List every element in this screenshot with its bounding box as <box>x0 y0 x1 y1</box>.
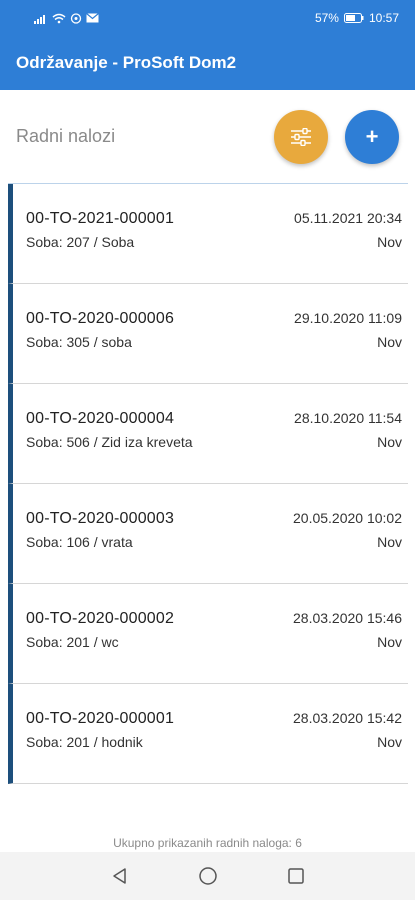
order-status: Nov <box>377 434 402 450</box>
order-location: Soba: 207 / Soba <box>26 234 135 250</box>
work-order-list: 00-TO-2021-000001 05.11.2021 20:34 Soba: 2… <box>8 183 408 784</box>
order-number: 00-TO-2021-000001 <box>26 210 175 227</box>
plus-icon: + <box>365 124 379 149</box>
order-location: Soba: 201 / wc <box>26 634 119 650</box>
order-date: 28.03.2020 15:46 <box>293 610 402 626</box>
order-status: Nov <box>377 334 402 350</box>
toolbar: Radni nalozi + <box>0 90 415 182</box>
order-status: Nov <box>377 234 402 250</box>
mail-icon <box>86 13 99 23</box>
app-bar: Održavanje - ProSoft Dom2 <box>0 36 415 90</box>
work-order-item[interactable]: 00-TO-2020-000002 28.03.2020 15:46 Soba: 2… <box>8 584 408 684</box>
work-order-item[interactable]: 00-TO-2021-000001 05.11.2021 20:34 Soba: 2… <box>8 184 408 284</box>
home-icon[interactable] <box>196 864 220 888</box>
back-icon[interactable] <box>108 864 132 888</box>
order-date: 20.05.2020 10:02 <box>293 510 402 526</box>
page-title: Radni nalozi <box>16 125 116 146</box>
order-date: 28.03.2020 15:42 <box>293 710 402 726</box>
app-title: Održavanje - ProSoft Dom2 <box>16 53 237 72</box>
order-status: Nov <box>377 634 402 650</box>
signal-icon <box>34 13 48 24</box>
battery-percent: 57% <box>314 11 339 25</box>
order-number: 00-TO-2020-000003 <box>26 510 175 527</box>
battery-icon <box>343 13 364 23</box>
sliders-icon <box>290 128 312 146</box>
footer-summary: Ukupno prikazanih radnih naloga: 6 <box>113 836 302 850</box>
order-date: 28.10.2020 11:54 <box>294 410 402 426</box>
order-number: 00-TO-2020-000001 <box>26 710 175 727</box>
order-location: Soba: 506 / Zid iza kreveta <box>26 434 193 450</box>
order-date: 05.11.2021 20:34 <box>294 210 402 226</box>
order-number: 00-TO-2020-000002 <box>26 610 175 627</box>
work-order-item[interactable]: 00-TO-2020-000006 29.10.2020 11:09 Soba: 3… <box>8 284 408 384</box>
clock: 10:57 <box>368 11 399 25</box>
status-bar: 57% 10:57 <box>0 0 415 36</box>
work-order-item[interactable]: 00-TO-2020-000003 20.05.2020 10:02 Soba: 1… <box>8 484 408 584</box>
system-nav-bar <box>0 852 415 900</box>
order-number: 00-TO-2020-000006 <box>26 310 175 327</box>
order-status: Nov <box>377 534 402 550</box>
add-button[interactable]: + <box>345 110 399 164</box>
order-status: Nov <box>377 734 402 750</box>
order-number: 00-TO-2020-000004 <box>26 410 175 427</box>
recents-icon[interactable] <box>284 864 308 888</box>
filter-button[interactable] <box>274 110 328 164</box>
work-order-item[interactable]: 00-TO-2020-000001 28.03.2020 15:42 Soba: 2… <box>8 684 408 784</box>
order-location: Soba: 106 / vrata <box>26 534 133 550</box>
order-date: 29.10.2020 11:09 <box>294 310 402 326</box>
order-location: Soba: 201 / hodnik <box>26 734 143 750</box>
work-order-item[interactable]: 00-TO-2020-000004 28.10.2020 11:54 Soba: 5… <box>8 384 408 484</box>
order-location: Soba: 305 / soba <box>26 334 132 350</box>
nfc-icon <box>70 12 82 24</box>
wifi-icon <box>52 13 66 24</box>
